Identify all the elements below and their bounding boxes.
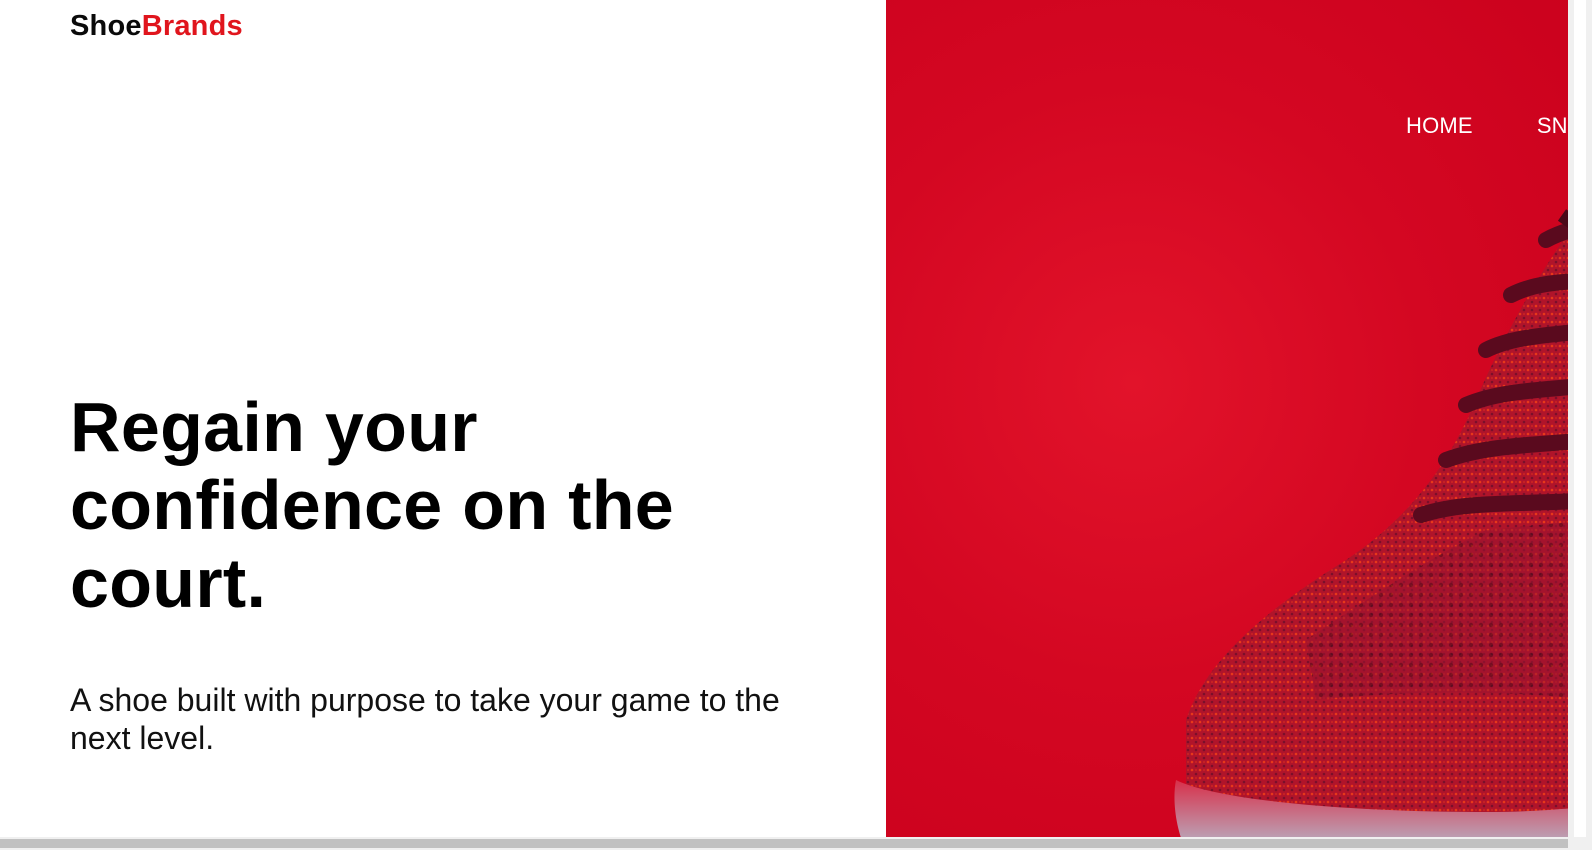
logo-text-brands: Brands <box>141 10 243 42</box>
hero-text-panel: ShoeBrands Regain your confidence on the… <box>0 0 886 850</box>
sneaker-upper <box>1186 200 1592 850</box>
landing-page: ShoeBrands Regain your confidence on the… <box>0 0 1592 850</box>
hero-image-panel: HOME SNEAKERS <box>886 0 1592 850</box>
vertical-scrollbar-track <box>1574 0 1586 837</box>
brand-logo[interactable]: ShoeBrands <box>70 6 243 46</box>
horizontal-scrollbar[interactable] <box>0 837 1592 850</box>
logo-text-shoe: Shoe <box>70 10 142 42</box>
vertical-scrollbar[interactable] <box>1568 0 1592 850</box>
horizontal-scrollbar-thumb[interactable] <box>0 839 1568 848</box>
hero-headline: Regain your confidence on the court. <box>70 388 675 622</box>
main-nav: HOME SNEAKERS <box>1406 112 1592 140</box>
hero-subtext: A shoe built with purpose to take your g… <box>70 682 780 756</box>
nav-item-home[interactable]: HOME <box>1406 112 1473 140</box>
